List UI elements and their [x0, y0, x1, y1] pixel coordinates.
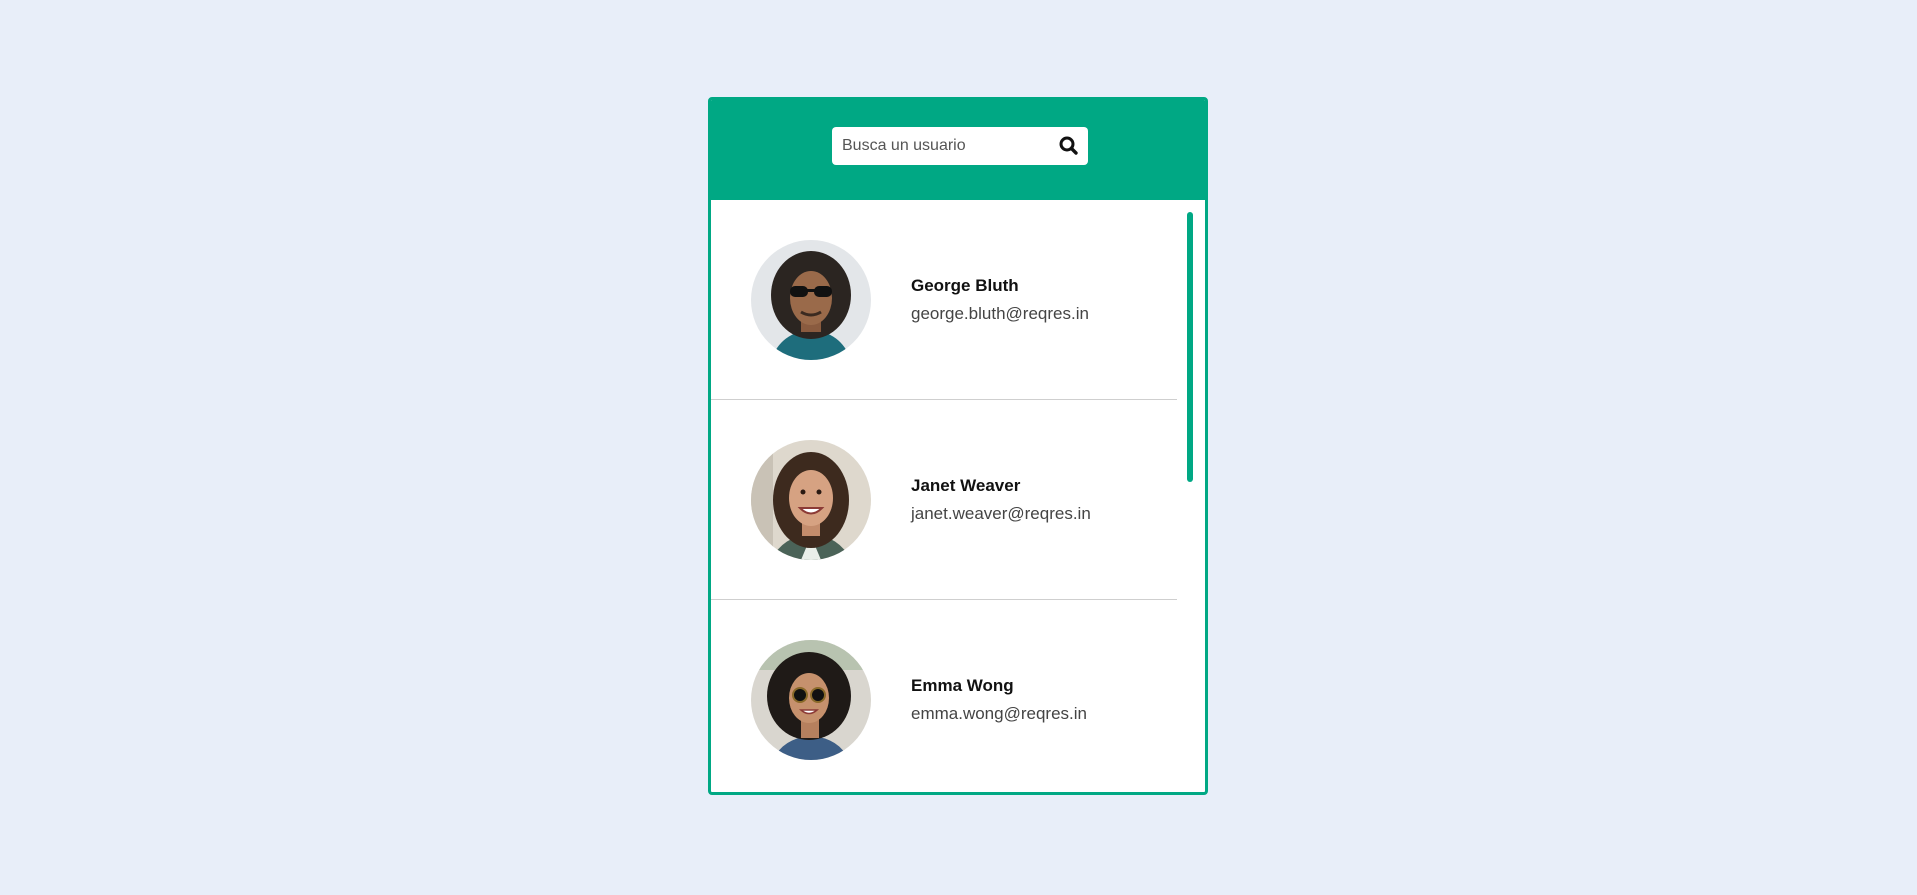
- card-header: [711, 100, 1205, 200]
- user-list[interactable]: George Bluth george.bluth@reqres.in Jane…: [711, 200, 1177, 792]
- user-name: Janet Weaver: [911, 476, 1021, 495]
- user-name: George Bluth: [911, 276, 1019, 295]
- list-item[interactable]: George Bluth george.bluth@reqres.in: [711, 200, 1177, 400]
- scrollbar-thumb[interactable]: [1187, 212, 1193, 482]
- avatar: [751, 240, 871, 360]
- search-button[interactable]: [1056, 133, 1082, 159]
- avatar: [751, 640, 871, 760]
- user-email: janet.weaver@reqres.in: [911, 504, 1091, 523]
- scrollbar[interactable]: [1187, 212, 1193, 787]
- user-email: emma.wong@reqres.in: [911, 704, 1087, 723]
- avatar: [751, 440, 871, 560]
- user-email: george.bluth@reqres.in: [911, 304, 1089, 323]
- user-name: Emma Wong: [911, 676, 1014, 695]
- search-icon: [1059, 136, 1078, 155]
- list-item[interactable]: Emma Wong emma.wong@reqres.in: [711, 600, 1177, 792]
- user-search-card: George Bluth george.bluth@reqres.in: [708, 97, 1208, 795]
- list-item[interactable]: Janet Weaver janet.weaver@reqres.in: [711, 400, 1177, 600]
- search-box: [832, 127, 1088, 165]
- search-input[interactable]: [832, 127, 1042, 165]
